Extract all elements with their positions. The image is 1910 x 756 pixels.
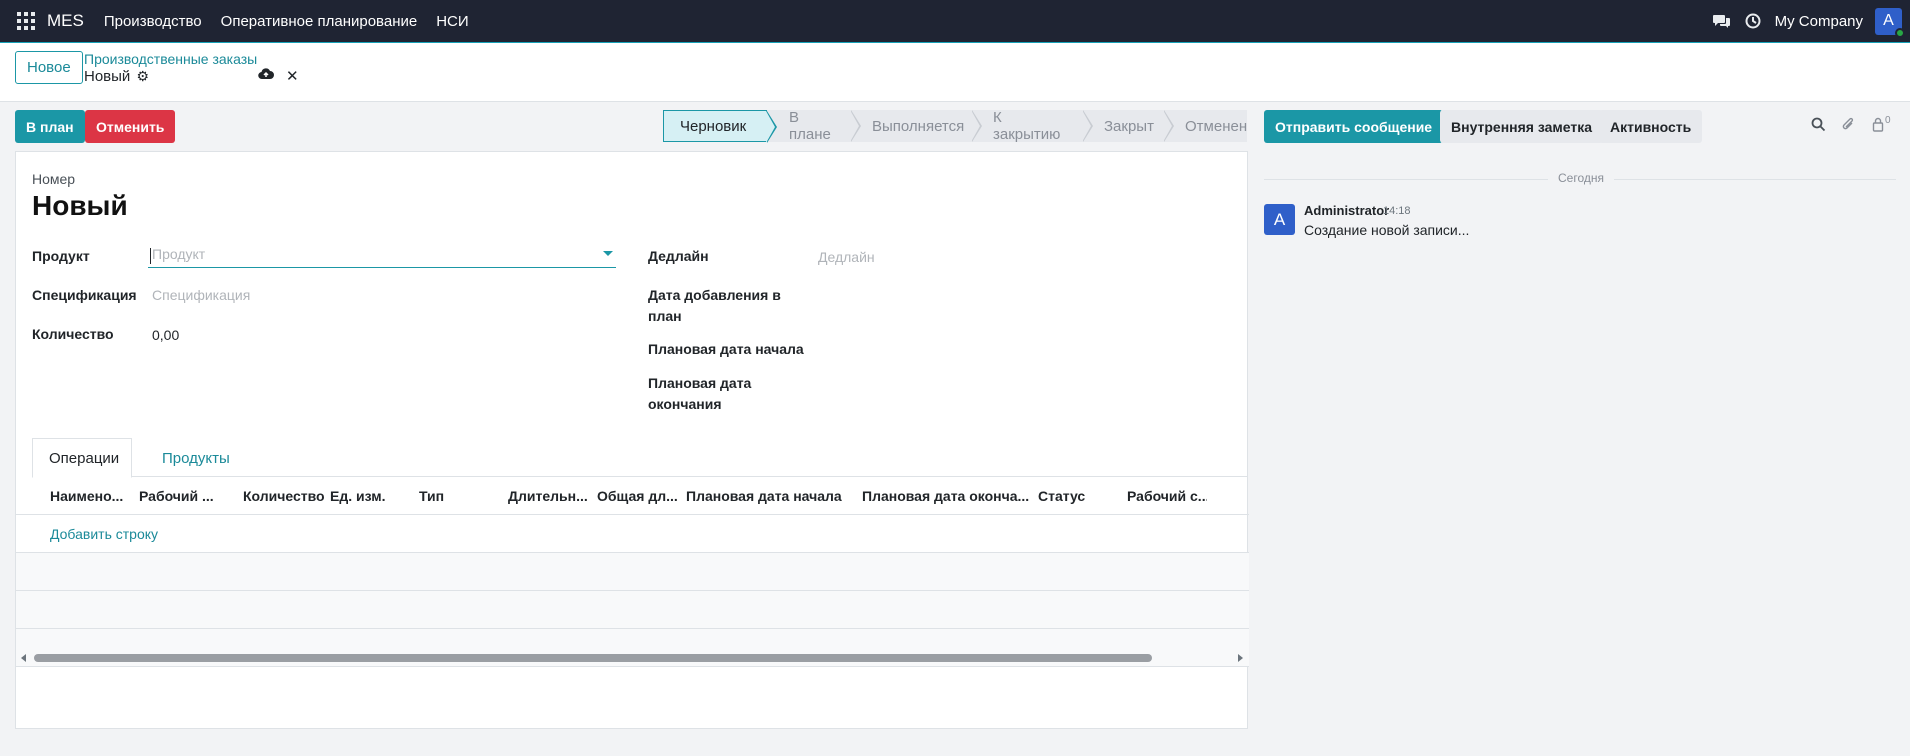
main-menu: Производство Оперативное планирование НС… (104, 13, 488, 30)
menu-item-production[interactable]: Производство (104, 13, 202, 30)
tab-products[interactable]: Продукты (146, 438, 246, 478)
breadcrumb-current-label: Новый (84, 68, 131, 85)
number-label: Номер (32, 171, 76, 187)
specification-label: Спецификация (32, 287, 137, 303)
quantity-input[interactable]: 0,00 (152, 327, 179, 343)
column-header-planned-start[interactable]: Плановая дата начала (686, 488, 856, 504)
navbar-systray: My Company A (1712, 0, 1910, 42)
product-label: Продукт (32, 248, 90, 264)
text-cursor (150, 248, 151, 264)
column-header-status[interactable]: Статус (1038, 488, 1118, 504)
send-message-button[interactable]: Отправить сообщение (1264, 110, 1444, 143)
apps-grid-icon[interactable] (17, 12, 35, 30)
top-navbar: MES Производство Оперативное планировани… (0, 0, 1910, 42)
tab-operations[interactable]: Операции (32, 438, 132, 478)
stage-planned[interactable]: В плане (767, 109, 861, 143)
control-panel: Новое Производственные заказы Новый ⚙ ✕ (0, 43, 1910, 102)
scroll-thumb[interactable] (34, 654, 1152, 662)
activity-button[interactable]: Активность (1599, 110, 1703, 143)
discard-close-icon[interactable]: ✕ (286, 67, 299, 85)
message-body: Создание новой записи... (1304, 222, 1470, 238)
menu-item-operational-planning[interactable]: Оперативное планирование (221, 13, 418, 30)
planned-end-label-line2: окончания (648, 396, 722, 412)
column-header-quantity[interactable]: Количество (243, 488, 328, 504)
stage-in-progress[interactable]: Выполняется (850, 110, 982, 142)
date-separator-label: Сегодня (1548, 171, 1614, 185)
followers-lock-icon[interactable]: 0 (1872, 115, 1891, 132)
add-line-row: Добавить строку (16, 515, 1249, 553)
column-header-name[interactable]: Наименo... (50, 488, 130, 504)
date-added-label-line1: Дата добавления в (648, 287, 781, 303)
user-avatar[interactable]: A (1875, 7, 1905, 38)
plan-button[interactable]: В план (15, 110, 85, 143)
scroll-right-arrow-icon[interactable] (1238, 654, 1243, 662)
scroll-left-arrow-icon[interactable] (21, 654, 26, 662)
stage-in-progress-label: Выполняется (872, 117, 965, 135)
column-header-duration[interactable]: Длительн... (508, 488, 588, 504)
planned-start-label: Плановая дата начала (648, 341, 804, 357)
date-added-label: Дата добавления в план (648, 285, 808, 327)
column-header-type[interactable]: Тип (419, 488, 499, 504)
deadline-label: Дедлайн (648, 248, 709, 264)
operations-table: Наименo... Рабочий ... Количество Ед. из… (16, 477, 1249, 667)
message-time: 14:18 (1383, 205, 1411, 217)
save-cloud-icon[interactable] (258, 67, 274, 84)
stage-to-close[interactable]: К закрытию (971, 109, 1093, 143)
notebook-tabs: Операции Продукты (32, 438, 1248, 478)
internal-note-button[interactable]: Внутренняя заметка (1440, 110, 1604, 143)
clock-icon[interactable] (1745, 13, 1761, 29)
column-header-planned-end[interactable]: Плановая дата оконча... (862, 488, 1032, 504)
follower-count: 0 (1885, 115, 1891, 126)
specification-input[interactable]: Спецификация (152, 287, 250, 303)
table-row (16, 553, 1249, 591)
chatter-search-icon[interactable] (1811, 117, 1826, 132)
message-author[interactable]: Administrator (1304, 203, 1389, 218)
add-line-link[interactable]: Добавить строку (50, 526, 158, 542)
stage-closed[interactable]: Закрыт (1082, 110, 1174, 142)
stage-cancelled-label: Отменен (1185, 117, 1248, 135)
user-avatar-letter: A (1883, 12, 1894, 29)
product-placeholder: Продукт (152, 246, 206, 262)
status-bar: Черновик В плане Выполняется К закрытию … (663, 109, 1247, 143)
attachment-paperclip-icon[interactable] (1841, 117, 1856, 132)
column-header-workcenter[interactable]: Рабочий ... (139, 488, 224, 504)
stage-closed-label: Закрыт (1104, 117, 1154, 135)
gear-icon[interactable]: ⚙ (136, 68, 149, 85)
stage-planned-label: В плане (789, 109, 831, 143)
stage-draft-label: Черновик (680, 117, 747, 135)
form-sheet: Номер Новый Продукт Продукт Спецификация… (15, 151, 1249, 729)
quantity-label: Количество (32, 326, 114, 342)
deadline-input[interactable]: Дедлайн (818, 249, 875, 265)
record-title: Новый (32, 190, 128, 221)
stage-to-close-label: К закрытию (993, 109, 1061, 143)
planned-end-label: Плановая дата окончания (648, 373, 808, 415)
planned-end-label-line1: Плановая дата (648, 375, 752, 391)
product-input[interactable]: Продукт (148, 246, 616, 268)
cancel-order-button[interactable]: Отменить (85, 110, 176, 143)
column-header-work-center-state[interactable]: Рабочий с... (1127, 488, 1207, 504)
column-header-total-duration[interactable]: Общая дл... (597, 488, 677, 504)
stage-cancelled[interactable]: Отменен (1163, 110, 1247, 142)
message-author-avatar[interactable]: A (1264, 204, 1295, 235)
table-row (16, 591, 1249, 629)
online-status-dot (1895, 27, 1905, 38)
date-added-label-line2: план (648, 308, 682, 324)
company-switcher[interactable]: My Company (1775, 13, 1863, 30)
new-record-button[interactable]: Новое (15, 51, 83, 84)
app-brand[interactable]: MES (47, 11, 84, 31)
chat-icon[interactable] (1712, 13, 1731, 29)
horizontal-scrollbar[interactable] (16, 651, 1249, 667)
column-header-uom[interactable]: Ед. изм. (330, 488, 410, 504)
stage-draft[interactable]: Черновик (663, 110, 777, 143)
table-header: Наименo... Рабочий ... Количество Ед. из… (16, 477, 1249, 515)
breadcrumb-current: Новый ⚙ (84, 68, 149, 85)
menu-item-master-data[interactable]: НСИ (436, 13, 468, 30)
breadcrumb-parent-link[interactable]: Производственные заказы (84, 51, 257, 67)
chevron-down-icon[interactable] (603, 251, 613, 256)
